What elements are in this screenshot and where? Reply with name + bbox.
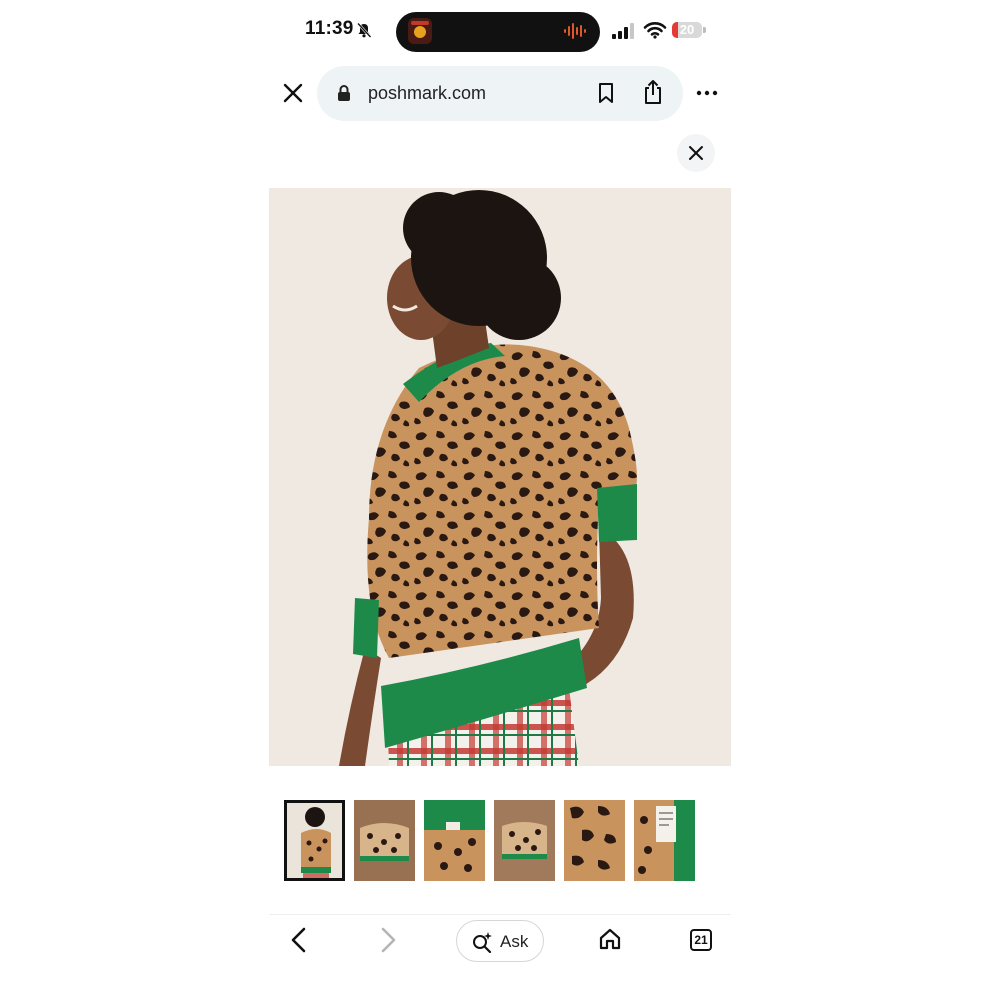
lock-icon [338, 85, 350, 101]
forward-arrow-icon[interactable] [377, 926, 399, 954]
bell-muted-icon [357, 22, 372, 38]
thumbnail-2[interactable] [354, 800, 415, 881]
thumbnail-6[interactable] [634, 800, 695, 881]
ask-button[interactable]: Ask [456, 920, 544, 962]
wifi-icon [643, 22, 667, 39]
close-icon [689, 146, 703, 160]
thumbnail-strip [284, 800, 696, 882]
cellular-signal-icon [612, 23, 634, 39]
url-text[interactable]: poshmark.com [368, 83, 486, 104]
tab-count: 21 [694, 933, 708, 947]
bottom-toolbar-divider [269, 914, 731, 915]
bookmark-icon[interactable] [596, 82, 616, 104]
thumbnail-1[interactable] [284, 800, 345, 881]
close-tab-icon[interactable] [280, 80, 306, 106]
ask-label: Ask [500, 932, 529, 951]
battery-indicator: 20 [672, 22, 708, 40]
live-activity-app-icon [408, 18, 432, 44]
share-icon[interactable] [642, 79, 664, 105]
status-time: 11:39 [305, 18, 354, 39]
tabs-button[interactable]: 21 [690, 929, 712, 951]
product-photo[interactable] [269, 188, 731, 766]
thumbnail-3[interactable] [424, 800, 485, 881]
audio-waveform-icon [564, 23, 586, 39]
back-arrow-icon[interactable] [288, 926, 310, 954]
battery-level: 20 [679, 22, 695, 37]
thumbnail-5[interactable] [564, 800, 625, 881]
more-options-icon[interactable] [696, 85, 718, 101]
home-icon[interactable] [598, 927, 622, 951]
sparkle-search-icon [473, 932, 492, 953]
thumbnail-4[interactable] [494, 800, 555, 881]
close-viewer-button[interactable] [677, 134, 715, 172]
